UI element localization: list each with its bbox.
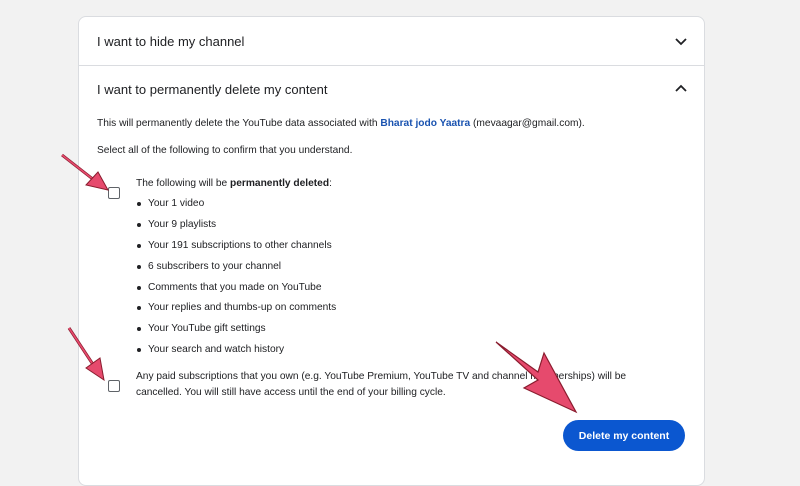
list-item: Comments that you made on YouTube — [136, 281, 336, 302]
paid-subscriptions-label: Any paid subscriptions that you own (e.g… — [136, 371, 627, 398]
delete-info-text: This will permanently delete the YouTube… — [97, 117, 585, 131]
list-item: Your 9 playlists — [136, 218, 336, 239]
chevron-down-icon[interactable] — [673, 33, 689, 49]
annotation-arrow-icon — [67, 327, 105, 382]
delete-content-section-title: I want to permanently delete my content — [97, 81, 328, 97]
list-item: Your 191 subscriptions to other channels — [136, 239, 336, 260]
annotation-arrow-icon — [61, 153, 109, 191]
deleted-items-list: Your 1 video Your 9 playlists Your 191 s… — [136, 197, 336, 364]
chevron-up-icon[interactable] — [673, 81, 689, 97]
delete-content-section-header[interactable]: I want to permanently delete my content — [79, 65, 704, 113]
list-item: Your replies and thumbs-up on comments — [136, 301, 336, 322]
delete-info-suffix: (mevaagar@gmail.com). — [470, 118, 585, 129]
checkbox1-label-bold: permanently deleted — [230, 178, 330, 189]
checkbox1-label-prefix: The following will be — [136, 178, 230, 189]
hide-channel-section-header[interactable]: I want to hide my channel — [79, 17, 704, 65]
list-item: Your 1 video — [136, 197, 336, 218]
channel-name-link[interactable]: Bharat jodo Yaatra — [380, 118, 470, 129]
confirm-instruction: Select all of the following to confirm t… — [97, 145, 353, 156]
list-item: Your YouTube gift settings — [136, 322, 336, 343]
hide-channel-section-title: I want to hide my channel — [97, 33, 245, 49]
list-item: 6 subscribers to your channel — [136, 260, 336, 281]
annotation-arrow-icon — [495, 341, 578, 414]
permanently-deleted-label: The following will be permanently delete… — [136, 176, 332, 191]
list-item: Your search and watch history — [136, 343, 336, 364]
delete-content-card: I want to hide my channel I want to perm… — [78, 16, 705, 486]
checkbox1-label-suffix: : — [329, 178, 332, 189]
delete-info-prefix: This will permanently delete the YouTube… — [97, 118, 381, 129]
delete-my-content-button[interactable]: Delete my content — [563, 420, 685, 451]
